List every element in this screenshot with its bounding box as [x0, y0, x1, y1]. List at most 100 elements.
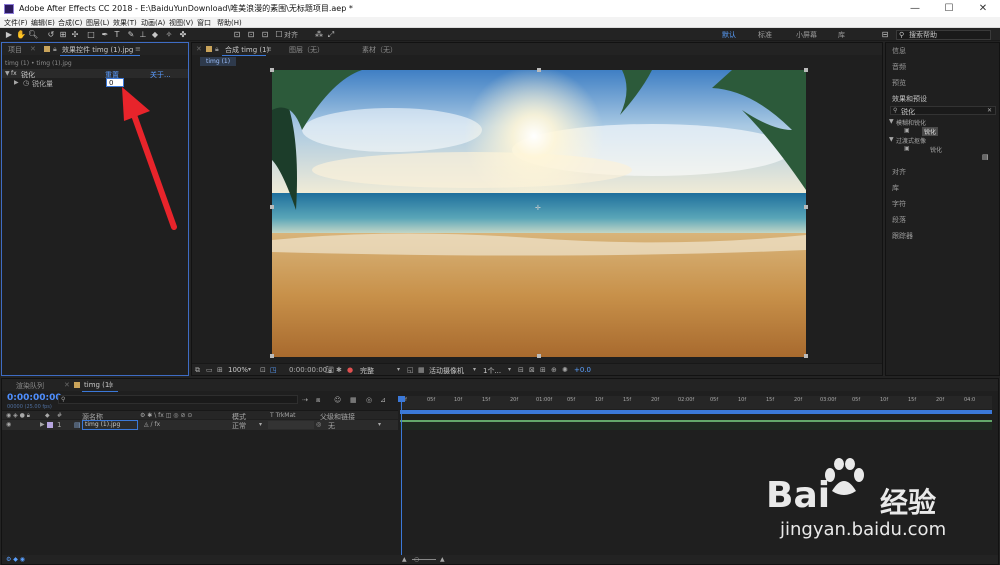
snap-options-icon[interactable]: ⁂ — [314, 30, 324, 39]
tab-project[interactable]: 项目 — [8, 45, 22, 55]
mask-icon[interactable]: ◳ — [270, 366, 277, 374]
frame-blending-icon[interactable]: ▦ — [350, 396, 357, 404]
draft-3d-icon[interactable]: ⧈ — [316, 396, 320, 405]
world-axis-icon[interactable]: ⊡ — [246, 30, 256, 39]
parent-dropdown[interactable]: 无 — [328, 421, 335, 431]
brush-tool-icon[interactable]: ✎ — [126, 30, 136, 39]
pan-behind-tool-icon[interactable]: ✣ — [70, 30, 80, 39]
close-icon[interactable]: ✕ — [64, 381, 70, 389]
menu-composition[interactable]: 合成(C) — [58, 18, 82, 28]
fast-previews-icon[interactable]: ⊠ — [529, 366, 535, 374]
tab-layer[interactable]: 图层（无） — [289, 45, 324, 55]
snap-checkbox[interactable]: ☐ — [274, 30, 284, 39]
color-channel-icon[interactable]: ● — [347, 366, 353, 374]
comp-breadcrumb[interactable]: timg (1) — [200, 57, 237, 66]
maximize-button[interactable]: ☐ — [932, 0, 966, 17]
close-icon[interactable]: ✕ — [196, 45, 202, 53]
panel-libraries[interactable]: 库 — [892, 183, 899, 193]
handle-top-center[interactable] — [537, 68, 541, 72]
effect-item-sharpen[interactable]: 锐化 — [930, 145, 942, 154]
handle-top-right[interactable] — [804, 68, 808, 72]
workspace-small-screen[interactable]: 小屏幕 — [796, 30, 817, 40]
workspace-standard[interactable]: 标准 — [758, 30, 772, 40]
work-area-bar[interactable] — [400, 410, 992, 414]
menu-edit[interactable]: 编辑(E) — [31, 18, 55, 28]
tab-composition[interactable]: 合成 timg (1) — [225, 45, 269, 55]
type-tool-icon[interactable]: T — [112, 30, 122, 39]
current-time-display[interactable]: 0:00:00:00 — [289, 366, 327, 374]
rectangle-tool-icon[interactable]: □ — [86, 30, 96, 39]
panel-align[interactable]: 对齐 — [892, 167, 906, 177]
camera-tool-icon[interactable]: ⊞ — [58, 30, 68, 39]
roto-brush-tool-icon[interactable]: ✧ — [164, 30, 174, 39]
shy-icon[interactable]: ☺ — [334, 396, 341, 404]
safe-zones-icon[interactable]: ⊡ — [260, 366, 266, 374]
workspace-default[interactable]: 默认 — [722, 30, 736, 40]
hand-tool-icon[interactable]: ✋ — [16, 30, 26, 39]
lock-icon[interactable]: 🔒︎ — [53, 45, 57, 54]
resolution-dropdown[interactable]: 完整 — [360, 366, 374, 376]
guides-icon[interactable]: ⊞ — [217, 366, 223, 374]
panel-info[interactable]: 信息 — [892, 46, 906, 56]
group-blur-sharpen[interactable]: 模糊和锐化 — [896, 118, 926, 127]
zoom-tool-icon[interactable]: 🔍︎ — [28, 30, 38, 39]
zoom-slider-handle-icon[interactable]: ○ — [414, 556, 419, 563]
exposure-value[interactable]: +0.0 — [574, 366, 591, 374]
transparency-grid-icon[interactable]: ▦ — [418, 366, 425, 374]
handle-bottom-left[interactable] — [270, 354, 274, 358]
zoom-in-icon[interactable]: ▲ — [440, 556, 445, 563]
zoom-out-icon[interactable]: ▲ — [402, 556, 407, 563]
show-snapshot-icon[interactable]: ✱ — [336, 366, 342, 374]
time-ruler[interactable]: 0f 05f 10f 15f 20f 01:00f 05f 10f 15f 20… — [400, 396, 992, 409]
panel-paragraph[interactable]: 段落 — [892, 215, 906, 225]
menu-file[interactable]: 文件(F) — [4, 18, 28, 28]
panel-effects-presets[interactable]: 效果和预设 — [892, 94, 927, 104]
current-time-indicator[interactable] — [401, 396, 402, 556]
panel-menu-icon[interactable]: ≡ — [266, 45, 272, 53]
pick-whip-icon[interactable]: ◎ — [316, 421, 321, 428]
playhead-icon[interactable] — [398, 396, 405, 402]
puppet-tool-icon[interactable]: ✤ — [178, 30, 188, 39]
flowchart-icon[interactable]: ⊕ — [551, 366, 557, 374]
panel-tracker[interactable]: 跟踪器 — [892, 231, 913, 241]
effect-row[interactable]: ▼ fx 锐化 重置 关于... — [2, 69, 188, 79]
handle-bottom-center[interactable] — [537, 354, 541, 358]
monitor-icon[interactable]: ▭ — [206, 366, 213, 374]
minimize-button[interactable]: — — [898, 0, 932, 17]
reset-exposure-icon[interactable]: ✺ — [562, 366, 568, 374]
trkmat-dropdown[interactable] — [268, 421, 314, 429]
layer-search-input[interactable]: ⚲ — [58, 395, 298, 404]
new-folder-icon[interactable]: ▤ — [982, 153, 989, 161]
clear-icon[interactable]: ✕ — [987, 107, 992, 114]
handle-bottom-right[interactable] — [804, 354, 808, 358]
workspace-menu-icon[interactable]: ⊟ — [880, 30, 890, 39]
stamp-tool-icon[interactable]: ⊥ — [138, 30, 148, 39]
camera-dropdown[interactable]: 活动摄像机 — [429, 366, 464, 376]
group-transition-keying[interactable]: 过渡式抠像 — [896, 136, 926, 145]
region-of-interest-icon[interactable]: ◱ — [407, 366, 414, 374]
workspace-library[interactable]: 库 — [838, 30, 845, 40]
search-help-input[interactable]: 搜索帮助 — [896, 30, 991, 40]
expand-arrow-icon[interactable]: ▶ — [14, 79, 19, 86]
panel-menu-icon[interactable]: ≡ — [108, 381, 114, 389]
expand-triangle-icon[interactable]: ▼ — [889, 118, 894, 125]
tab-footage[interactable]: 素材（无） — [362, 45, 397, 55]
selection-tool-icon[interactable]: ▶ — [4, 30, 14, 39]
menu-window[interactable]: 窗口 — [197, 18, 211, 28]
view-axis-icon[interactable]: ⊡ — [260, 30, 270, 39]
pen-tool-icon[interactable]: ✒ — [100, 30, 110, 39]
eye-icon[interactable]: ◉ — [6, 421, 11, 428]
trkmat-header[interactable]: T TrkMat — [270, 412, 296, 419]
expand-triangle-icon[interactable]: ▼ — [5, 70, 10, 77]
close-icon[interactable]: ✕ — [30, 45, 36, 53]
layer-name[interactable]: timg (1).jpg — [82, 420, 138, 430]
rotate-tool-icon[interactable]: ↺ — [46, 30, 56, 39]
label-color-swatch[interactable] — [47, 422, 53, 428]
timeline-timecode[interactable]: 0:00:00:00 — [7, 393, 62, 403]
menu-help[interactable]: 帮助(H) — [217, 18, 242, 28]
snapshot-icon[interactable]: 📷︎ — [325, 366, 334, 374]
tab-render-queue[interactable]: 渲染队列 — [16, 381, 44, 391]
effects-search-input[interactable]: ⚲ 锐化 ✕ — [890, 106, 996, 116]
fx-icon[interactable]: fx — [11, 70, 17, 77]
handle-mid-right[interactable] — [804, 205, 808, 209]
